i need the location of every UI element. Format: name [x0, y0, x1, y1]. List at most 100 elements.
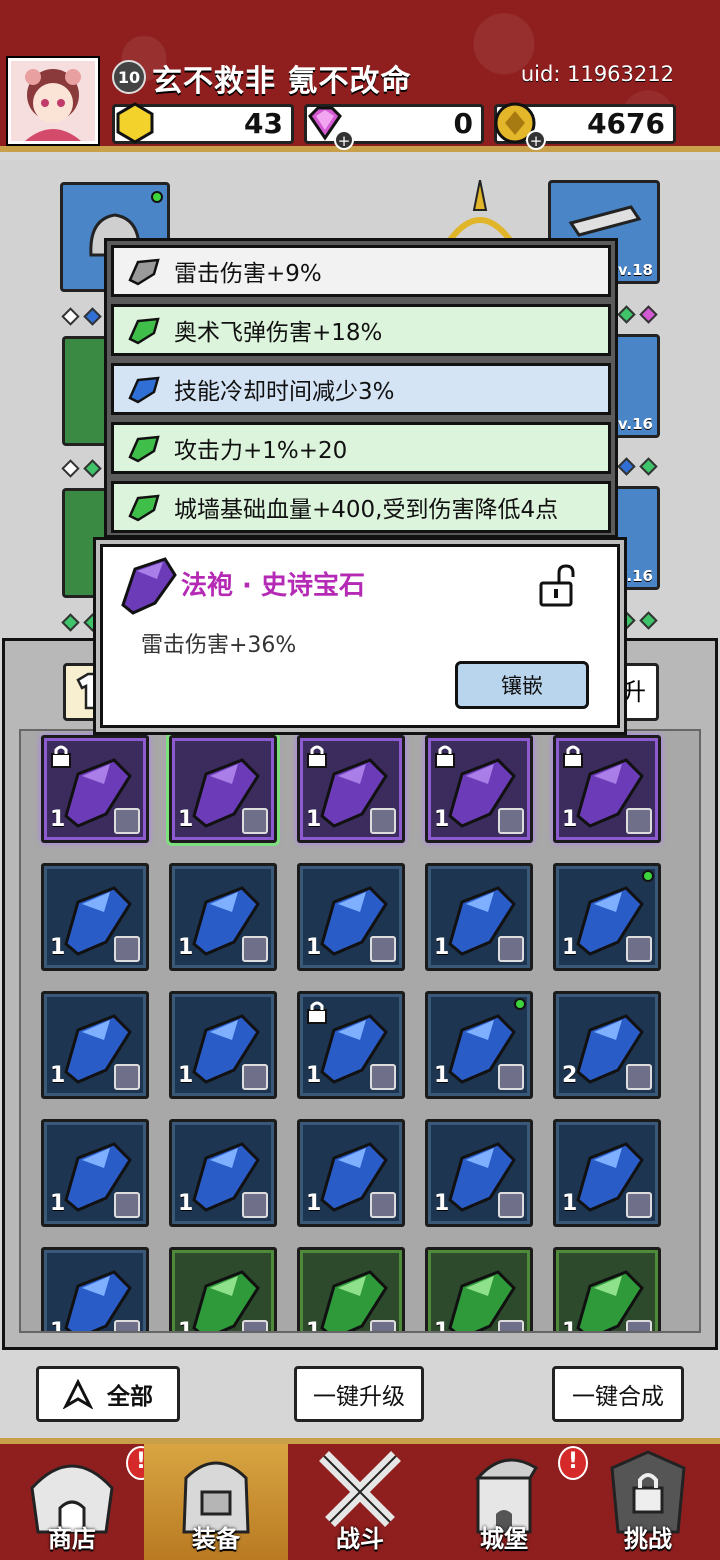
- blue-gem-cell[interactable]: 1: [169, 1119, 277, 1227]
- attribute-row: 雷击伤害+9%: [111, 245, 611, 297]
- socket-diamond-icon: [83, 459, 102, 478]
- lock-icon: [307, 1001, 327, 1024]
- gem-count: 1: [50, 1191, 66, 1216]
- filter-all-button[interactable]: 全部: [36, 1366, 180, 1422]
- upgrade-all-button[interactable]: 一键升级: [294, 1366, 424, 1422]
- avatar[interactable]: [8, 58, 98, 144]
- slot-type-icon: [114, 1192, 140, 1218]
- add-diamond-button[interactable]: +: [334, 130, 354, 150]
- slot-type-icon: [626, 936, 652, 962]
- unlock-icon[interactable]: [537, 563, 577, 607]
- gem-count: 1: [562, 935, 578, 960]
- filter-all-label: 全部: [107, 1384, 153, 1410]
- nav-shop[interactable]: 商店 !: [0, 1444, 156, 1560]
- blue-gem-cell[interactable]: 1: [169, 991, 277, 1099]
- slot-type-icon: [242, 1320, 268, 1331]
- slot-type-icon: [370, 1064, 396, 1090]
- green-gem-cell[interactable]: 1: [169, 1247, 277, 1333]
- socket-diamond-icon: [61, 459, 80, 478]
- new-indicator: [514, 998, 526, 1010]
- blue-gem-cell[interactable]: 1: [425, 863, 533, 971]
- nav-equipment[interactable]: 装备: [144, 1444, 288, 1560]
- green-gem-cell[interactable]: 1: [425, 1247, 533, 1331]
- slot-type-icon: [626, 1320, 652, 1331]
- purple-gem-cell[interactable]: 1: [553, 735, 661, 843]
- gem-count: 1: [178, 1191, 194, 1216]
- slot-type-icon: [242, 1192, 268, 1218]
- blue-gem-cell[interactable]: 1: [41, 1247, 149, 1333]
- purple-gem-cell[interactable]: 1: [41, 735, 149, 843]
- gem-count: 1: [306, 807, 322, 832]
- socket-diamond-icon: [617, 305, 636, 324]
- green-gem-icon: [128, 494, 160, 522]
- attribute-list: 雷击伤害+9% 奥术飞弹伤害+18% 技能冷却时间减少3% 攻击力+1%+20 …: [104, 238, 618, 538]
- nav-equipment-label: 装备: [192, 1525, 240, 1553]
- blue-gem-cell[interactable]: 1: [553, 1119, 661, 1227]
- blue-gem-cell[interactable]: 1: [297, 863, 405, 971]
- merge-all-button[interactable]: 一键合成: [552, 1366, 684, 1422]
- blue-gem-cell[interactable]: 1: [297, 991, 405, 1099]
- arrow-up-icon: [63, 1379, 93, 1409]
- slot-type-icon: [498, 1064, 524, 1090]
- blue-gem-cell[interactable]: 2: [553, 991, 661, 1099]
- nav-castle-label: 城堡: [480, 1525, 528, 1553]
- gem-count: 1: [50, 1063, 66, 1088]
- nav-battle[interactable]: 战斗: [288, 1444, 432, 1560]
- gem-count: 2: [562, 1063, 578, 1088]
- purple-gem-cell[interactable]: 1: [425, 735, 533, 843]
- socket-diamond-icon: [639, 611, 658, 630]
- attribute-text: 城墙基础血量+400,受到伤害降低4点: [174, 497, 559, 523]
- blue-gem-cell[interactable]: 1: [169, 863, 277, 971]
- blue-gem-cell[interactable]: 1: [425, 991, 533, 1099]
- slot-type-icon: [370, 936, 396, 962]
- gem-count: 1: [434, 935, 450, 960]
- epic-gem-icon: [121, 557, 177, 615]
- blue-gem-icon: [128, 376, 160, 404]
- lock-icon: [435, 745, 455, 768]
- gem-grid: 1 1 1 1 1 1 1 1 1 1 1 1 1 1 2 1 1 1 1 1 1 1 1 1 1: [19, 729, 701, 1333]
- gem-count: 1: [562, 1319, 578, 1333]
- slot-type-icon: [626, 1064, 652, 1090]
- socket-diamond-icon: [639, 457, 658, 476]
- attribute-text: 雷击伤害+9%: [174, 261, 322, 287]
- slot-type-icon: [242, 808, 268, 834]
- inlay-button[interactable]: 镶嵌: [455, 661, 589, 709]
- green-gem-icon: [128, 317, 160, 345]
- gem-bag-panel: 升 1111111111111121111111111: [2, 638, 718, 1350]
- green-gem-cell[interactable]: 1: [297, 1247, 405, 1333]
- attribute-row: 城墙基础血量+400,受到伤害降低4点: [111, 481, 611, 533]
- add-coin-button[interactable]: +: [526, 130, 546, 150]
- gem-detail-popup: 法袍 · 史诗宝石 雷击伤害+36% 镶嵌: [100, 544, 620, 728]
- socket-diamond-icon: [617, 457, 636, 476]
- green-gem-icon: [128, 435, 160, 463]
- lock-icon: [307, 745, 327, 768]
- new-indicator: [151, 191, 163, 203]
- nav-battle-label: 战斗: [336, 1525, 384, 1553]
- top-bar: 10 玄不救非 氪不改命 uid: 11963212 43 0 + 4676 +: [0, 0, 720, 152]
- gem-count: 1: [178, 1319, 194, 1333]
- blue-gem-cell[interactable]: 1: [41, 991, 149, 1099]
- gem-count: 1: [50, 807, 66, 832]
- gem-count: 1: [178, 935, 194, 960]
- gem-popup-effect: 雷击伤害+36%: [141, 633, 297, 658]
- purple-gem-cell[interactable]: 1: [166, 732, 280, 846]
- blue-gem-cell[interactable]: 1: [41, 1119, 149, 1227]
- gem-count: 1: [562, 1191, 578, 1216]
- green-gem-cell[interactable]: 1: [553, 1247, 661, 1333]
- attribute-row: 奥术飞弹伤害+18%: [111, 304, 611, 356]
- gem-count: 1: [50, 1319, 66, 1333]
- gem-count: 1: [306, 1319, 322, 1333]
- blue-gem-cell[interactable]: 1: [41, 863, 149, 971]
- lock-icon: [51, 745, 71, 768]
- nav-castle[interactable]: 城堡 !: [432, 1444, 588, 1560]
- nav-shop-label: 商店: [48, 1525, 96, 1553]
- avatar-portrait-icon: [11, 61, 95, 141]
- socket-diamond-icon: [83, 307, 102, 326]
- blue-gem-cell[interactable]: 1: [425, 1119, 533, 1227]
- nav-challenge[interactable]: 挑战: [576, 1444, 720, 1560]
- blue-gem-cell[interactable]: 1: [553, 863, 661, 971]
- slot-type-icon: [370, 808, 396, 834]
- blue-gem-cell[interactable]: 1: [297, 1119, 405, 1227]
- purple-gem-cell[interactable]: 1: [297, 735, 405, 843]
- socket-diamond-icon: [83, 613, 102, 632]
